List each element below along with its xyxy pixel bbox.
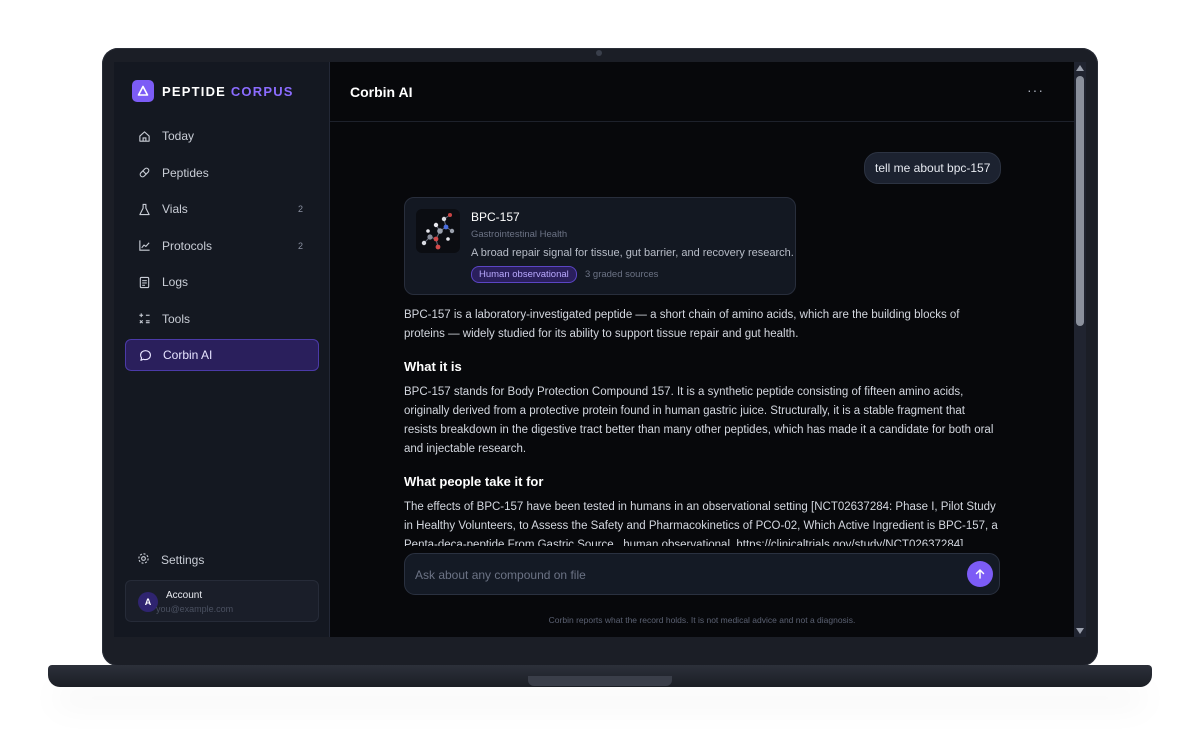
brand-logo-icon [132, 80, 154, 102]
sidebar-item-label: Peptides [162, 165, 209, 180]
account-name: Account [166, 590, 203, 601]
avatar: A [138, 592, 158, 612]
flask-icon [137, 202, 151, 216]
sidebar-item-count: 2 [297, 204, 303, 214]
sidebar-item-count: 2 [297, 240, 303, 251]
scroll-up-icon[interactable] [1076, 65, 1084, 71]
scroll-thumb[interactable] [1076, 76, 1084, 326]
sidebar-nav: Today Peptides Vials 2 Protocols 2 Logs … [125, 120, 319, 376]
scroll-down-icon[interactable] [1076, 628, 1084, 634]
compound-description: A broad repair signal for tissue, gut ba… [471, 247, 794, 259]
account-email: you@example.com [156, 604, 234, 614]
sidebar-item-label: Logs [162, 275, 189, 289]
sources-count: 3 graded sources [585, 269, 659, 280]
main-panel: Corbin AI ··· tell me about bpc-157 BPC-… [330, 62, 1074, 637]
settings-label: Settings [161, 553, 205, 567]
brand-name-part1: PEPTIDE [162, 83, 227, 99]
laptop-mockup: PEPTIDE CORPUS Today Peptides Vials 2 Pr… [0, 0, 1200, 735]
laptop-notch [528, 676, 672, 686]
brand[interactable]: PEPTIDE CORPUS [132, 80, 294, 102]
more-options-icon[interactable]: ··· [1027, 82, 1044, 98]
sidebar-item-protocols[interactable]: Protocols 2 [125, 230, 319, 262]
answer-paragraph: The effects of BPC-157 have been tested … [404, 501, 998, 546]
pill-icon [137, 166, 151, 180]
sidebar-item-label: Corbin AI [163, 348, 213, 362]
sidebar-item-label: Tools [162, 311, 191, 326]
send-button[interactable] [967, 561, 993, 587]
compound-title: BPC-157 [471, 210, 520, 224]
sidebar-item-label: Protocols [162, 238, 213, 253]
disclaimer: Corbin reports what the record holds. It… [548, 615, 856, 625]
answer-paragraph: BPC-157 stands for Body Protection Compo… [404, 386, 994, 455]
sidebar-item-settings[interactable]: Settings [137, 552, 204, 568]
app-screen: PEPTIDE CORPUS Today Peptides Vials 2 Pr… [114, 62, 1086, 637]
sidebar-item-today[interactable]: Today [125, 120, 319, 152]
answer-heading: What people take it for [404, 474, 544, 489]
sidebar: PEPTIDE CORPUS Today Peptides Vials 2 Pr… [114, 62, 330, 637]
user-message: tell me about bpc-157 [864, 152, 1002, 184]
calculator-icon [137, 312, 151, 326]
sidebar-item-label: Vials [162, 202, 188, 216]
sidebar-item-logs[interactable]: Logs [125, 266, 319, 298]
sidebar-item-corbin-ai[interactable]: Corbin AI [125, 339, 319, 371]
account-card[interactable]: A Account you@example.com [125, 580, 319, 622]
compound-card[interactable]: BPC-157 Gastrointestinal Health A broad … [404, 197, 796, 295]
chat-icon [138, 348, 152, 362]
home-icon [137, 129, 151, 143]
sidebar-item-peptides[interactable]: Peptides [125, 157, 319, 189]
answer-heading: What it is [404, 359, 462, 374]
arrow-up-icon [975, 569, 985, 579]
evidence-badge: Human observational [471, 266, 577, 283]
chat-header: Corbin AI ··· [330, 62, 1074, 122]
sidebar-item-vials[interactable]: Vials 2 [125, 193, 319, 225]
camera-dot [596, 50, 602, 56]
chat-input[interactable] [415, 564, 955, 586]
chart-icon [137, 239, 151, 253]
answer-intro: BPC-157 is a laboratory-investigated pep… [404, 309, 960, 340]
compound-category: Gastrointestinal Health [471, 229, 568, 240]
sidebar-item-label: Today [162, 129, 195, 143]
message-composer [404, 553, 1000, 595]
gear-icon [137, 552, 150, 568]
page-title: Corbin AI [350, 84, 413, 100]
molecule-image [416, 209, 460, 253]
brand-name-part2: CORPUS [230, 83, 294, 99]
scrollbar[interactable] [1074, 62, 1086, 637]
sidebar-item-tools[interactable]: Tools [125, 303, 319, 335]
brand-name: PEPTIDE CORPUS [162, 84, 294, 99]
document-icon [137, 275, 151, 289]
assistant-answer: BPC-157 is a laboratory-investigated pep… [404, 306, 1000, 546]
